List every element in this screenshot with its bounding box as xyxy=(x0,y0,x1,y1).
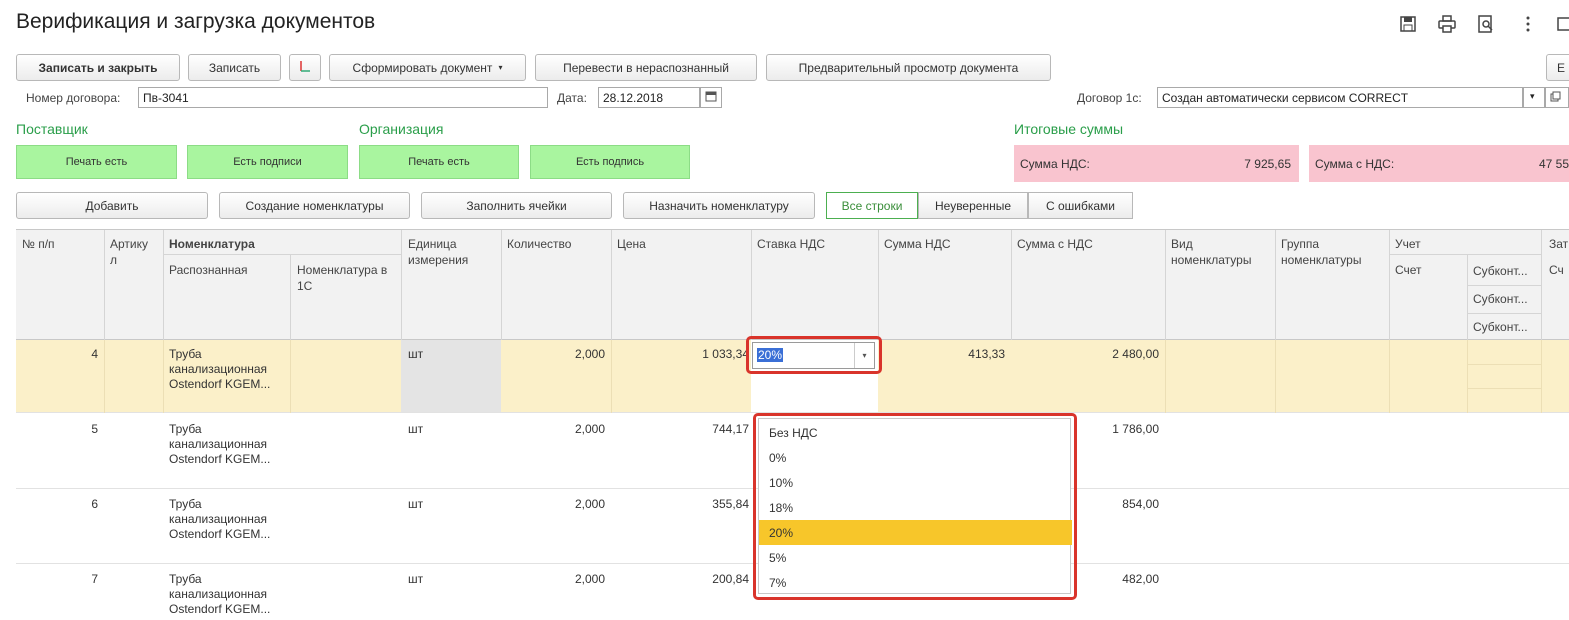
row-num: 4 xyxy=(91,347,98,361)
row-price[interactable]: 744,17 xyxy=(611,422,749,437)
org-sign-status: Есть подпись xyxy=(530,145,690,179)
org-stamp-status: Печать есть xyxy=(359,145,519,179)
form-document-label: Сформировать документ xyxy=(352,60,493,75)
contract-1c-field[interactable]: Создан автоматически сервисом CORRECT xyxy=(1157,87,1523,108)
col-subconto-2: Субконт... xyxy=(1473,292,1528,306)
structure-icon xyxy=(298,59,312,76)
to-unrecognized-button[interactable]: Перевести в нераспознанный xyxy=(535,54,757,81)
row-unit[interactable]: шт xyxy=(408,497,423,512)
col-vat-sum: Сумма НДС xyxy=(884,237,951,251)
dropdown-highlight xyxy=(753,413,1077,600)
chevron-down-icon: ▾ xyxy=(498,63,503,72)
chevron-down-icon: ▾ xyxy=(1530,91,1535,101)
total-with-vat-value: 47 55 xyxy=(1538,157,1569,171)
row-qty[interactable]: 2,000 xyxy=(501,347,605,362)
col-price: Цена xyxy=(617,237,646,251)
col-num: № п/п xyxy=(22,237,55,251)
col-nom-group: Группа номенклатуры xyxy=(1281,237,1362,267)
totals-section-title: Итоговые суммы xyxy=(1014,121,1124,137)
calendar-icon xyxy=(705,91,717,105)
open-icon xyxy=(1550,91,1561,105)
preview-icon[interactable] xyxy=(1476,14,1498,36)
table-header: № п/п Артику л Номенклатура Распознанная… xyxy=(16,229,1569,341)
col-nom-type: Вид номенклатуры xyxy=(1171,237,1252,267)
col-sum-with-vat: Сумма с НДС xyxy=(1017,237,1093,251)
col-nomenclature: Номенклатура xyxy=(169,237,255,251)
col-article: Артику л xyxy=(110,237,148,267)
row-num: 7 xyxy=(91,572,98,586)
date-field[interactable]: 28.12.2018 xyxy=(598,87,700,108)
contract-1c-open-button[interactable] xyxy=(1545,87,1569,108)
row-num: 5 xyxy=(91,422,98,436)
more-icon[interactable] xyxy=(1518,14,1540,36)
save-button[interactable]: Записать xyxy=(188,54,281,81)
contract-1c-dropdown[interactable]: ▾ xyxy=(1523,87,1545,108)
row-vat-sum[interactable]: 413,33 xyxy=(878,347,1005,362)
row-qty[interactable]: 2,000 xyxy=(501,497,605,512)
vat-total-box: Сумма НДС: 7 925,65 xyxy=(1014,145,1299,182)
contract-number-field[interactable]: Пв-3041 xyxy=(138,87,548,108)
vat-total-label: Сумма НДС: xyxy=(1020,157,1090,171)
col-qty: Количество xyxy=(507,237,572,251)
assign-nomenclature-button[interactable]: Назначить номенклатуру xyxy=(623,192,815,219)
filter-errors[interactable]: С ошибками xyxy=(1028,192,1133,219)
col-subconto-1: Субконт... xyxy=(1473,264,1528,278)
col-recognized: Распознанная xyxy=(169,263,248,277)
col-subconto-3: Субконт... xyxy=(1473,320,1528,334)
save-close-button[interactable]: Записать и закрыть xyxy=(16,54,180,81)
window-icon[interactable] xyxy=(1556,14,1569,36)
total-with-vat-label: Сумма с НДС: xyxy=(1315,157,1395,171)
row-nomenclature[interactable]: Труба канализационная Ostendorf KGEM... xyxy=(169,497,287,542)
add-button[interactable]: Добавить xyxy=(16,192,208,219)
supplier-section-title: Поставщик xyxy=(16,121,88,137)
col-vat-rate: Ставка НДС xyxy=(757,237,826,251)
row-nomenclature[interactable]: Труба канализационная Ostendorf KGEM... xyxy=(169,347,287,392)
row-unit[interactable]: шт xyxy=(408,422,423,437)
contract-1c-label: Договор 1с: xyxy=(1077,91,1142,105)
more-button[interactable]: Е xyxy=(1546,54,1569,81)
row-qty[interactable]: 2,000 xyxy=(501,572,605,587)
row-num: 6 xyxy=(91,497,98,511)
col-nom-1c: Номенклатура в 1С xyxy=(297,263,388,293)
vat-rate-highlight xyxy=(746,336,882,374)
vat-total-value: 7 925,65 xyxy=(1244,157,1291,171)
preview-document-button[interactable]: Предварительный просмотр документа xyxy=(766,54,1051,81)
date-label: Дата: xyxy=(557,91,587,105)
filter-all-rows[interactable]: Все строки xyxy=(826,192,918,219)
structure-button[interactable] xyxy=(289,54,321,81)
total-with-vat-box: Сумма с НДС: 47 55 xyxy=(1309,145,1569,182)
row-unit[interactable]: шт xyxy=(408,572,423,587)
organization-section-title: Организация xyxy=(359,121,444,137)
fill-cells-button[interactable]: Заполнить ячейки xyxy=(421,192,612,219)
row-nomenclature[interactable]: Труба канализационная Ostendorf KGEM... xyxy=(169,422,287,467)
row-price[interactable]: 1 033,34 xyxy=(611,347,749,362)
col-costs: Зат xyxy=(1549,237,1569,251)
col-costs-account: Сч xyxy=(1549,263,1564,277)
print-icon[interactable] xyxy=(1437,14,1459,36)
col-unit: Единица измерения xyxy=(408,237,469,267)
page-title: Верификация и загрузка документов xyxy=(16,10,376,33)
filter-uncertain[interactable]: Неуверенные xyxy=(918,192,1028,219)
row-price[interactable]: 355,84 xyxy=(611,497,749,512)
form-document-button[interactable]: Сформировать документ ▾ xyxy=(329,54,526,81)
row-sum-with-vat[interactable]: 2 480,00 xyxy=(1011,347,1159,362)
row-price[interactable]: 200,84 xyxy=(611,572,749,587)
create-nomenclature-button[interactable]: Создание номенклатуры xyxy=(219,192,410,219)
contract-number-label: Номер договора: xyxy=(26,91,121,105)
supplier-sign-status: Есть подписи xyxy=(187,145,348,179)
col-accounting: Учет xyxy=(1395,237,1421,251)
save-icon[interactable] xyxy=(1398,14,1420,36)
calendar-button[interactable] xyxy=(700,87,722,108)
supplier-stamp-status: Печать есть xyxy=(16,145,177,179)
row-nomenclature[interactable]: Труба канализационная Ostendorf KGEM... xyxy=(169,572,287,617)
col-account: Счет xyxy=(1395,263,1422,277)
row-qty[interactable]: 2,000 xyxy=(501,422,605,437)
row-unit[interactable]: шт xyxy=(408,347,423,362)
